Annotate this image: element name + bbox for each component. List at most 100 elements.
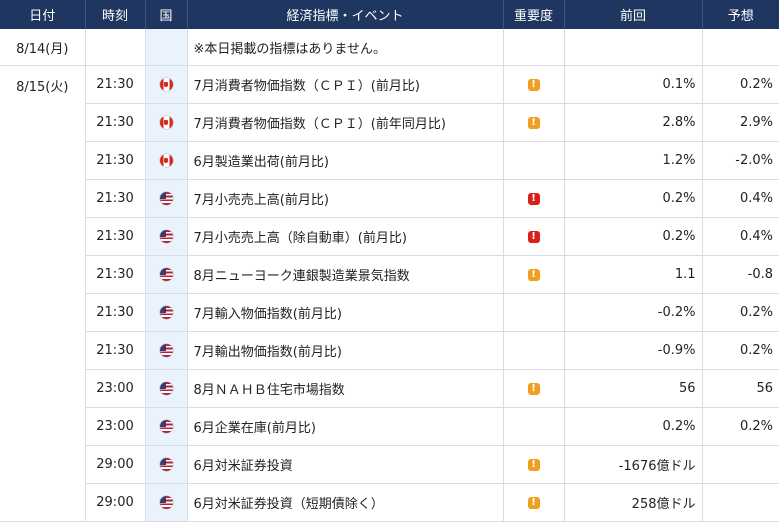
previous-value: -0.2% (564, 293, 703, 332)
importance-medium-icon: ! (527, 268, 540, 281)
importance-cell: ! (503, 217, 565, 256)
forecast-value: 0.2% (702, 293, 779, 332)
time-cell: 23:00 (85, 407, 146, 446)
importance-cell: ! (503, 65, 565, 104)
previous-value: 2.8% (564, 103, 703, 142)
flag-cell (145, 255, 188, 294)
table-row[interactable]: 23:00 8月ＮＡＨＢ住宅市場指数! 56 56 (0, 369, 779, 408)
forecast-value: 0.2% (702, 331, 779, 370)
header-previous: 前回 (564, 0, 703, 29)
time-cell: 21:30 (85, 103, 146, 142)
forecast-value: 0.4% (702, 179, 779, 218)
flag-cell (145, 331, 188, 370)
us-flag-icon (159, 420, 173, 433)
previous-value: 0.2% (564, 217, 703, 256)
time-cell: 21:30 (85, 141, 146, 180)
importance-cell: ! (503, 483, 565, 522)
importance-high-icon: ! (527, 230, 540, 243)
forecast-value: -2.0% (702, 141, 779, 180)
time-cell: 21:30 (85, 293, 146, 332)
us-flag-icon (159, 230, 173, 243)
indicator-name[interactable]: 6月対米証券投資（短期債除く） (187, 483, 504, 522)
indicator-name[interactable]: 7月輸出物価指数(前月比) (187, 331, 504, 370)
flag-cell (145, 369, 188, 408)
header-forecast: 予想 (702, 0, 779, 29)
importance-cell (503, 407, 565, 446)
forecast-value (702, 445, 779, 484)
previous-value: 258億ドル (564, 483, 703, 522)
forecast-value: 0.4% (702, 217, 779, 256)
importance-medium-icon: ! (527, 458, 540, 471)
header-row: 日付 時刻 国 経済指標・イベント 重要度 前回 予想 (0, 0, 779, 29)
importance-cell (503, 293, 565, 332)
header-time: 時刻 (85, 0, 146, 29)
table-row[interactable]: 21:30 7月輸出物価指数(前月比) -0.9% 0.2% (0, 331, 779, 370)
importance-cell: ! (503, 369, 565, 408)
flag-cell (145, 65, 188, 104)
importance-medium-icon: ! (527, 382, 540, 395)
forecast-value: 56 (702, 369, 779, 408)
table-row[interactable]: 21:30 6月製造業出荷(前月比) 1.2% -2.0% (0, 141, 779, 180)
table-row[interactable]: 21:30 7月小売売上高(前月比)! 0.2% 0.4% (0, 179, 779, 218)
notice-row: 8/14(月) ※本日掲載の指標はありません。 (0, 29, 779, 66)
flag-cell (145, 217, 188, 256)
time-cell: 21:30 (85, 65, 146, 104)
flag-cell (145, 483, 188, 522)
forecast-value: 0.2% (702, 65, 779, 104)
previous-value: -1676億ドル (564, 445, 703, 484)
flag-cell (145, 29, 188, 66)
time-cell: 21:30 (85, 179, 146, 218)
table-row[interactable]: 29:00 6月対米証券投資（短期債除く）! 258億ドル (0, 483, 779, 522)
header-country: 国 (145, 0, 188, 29)
table-row[interactable]: 23:00 6月企業在庫(前月比) 0.2% 0.2% (0, 407, 779, 446)
importance-cell: ! (503, 103, 565, 142)
indicator-name[interactable]: 6月対米証券投資 (187, 445, 504, 484)
forecast-cell (702, 29, 779, 66)
indicator-name[interactable]: 7月消費者物価指数（ＣＰＩ）(前月比) (187, 65, 504, 104)
us-flag-icon (159, 192, 173, 205)
table-row[interactable]: 21:30 8月ニューヨーク連銀製造業景気指数! 1.1 -0.8 (0, 255, 779, 294)
indicator-name[interactable]: 8月ニューヨーク連銀製造業景気指数 (187, 255, 504, 294)
previous-cell (564, 29, 703, 66)
indicator-name[interactable]: 6月企業在庫(前月比) (187, 407, 504, 446)
canada-flag-icon (159, 154, 173, 167)
us-flag-icon (159, 344, 173, 357)
time-cell: 21:30 (85, 331, 146, 370)
indicator-name[interactable]: 7月輸入物価指数(前月比) (187, 293, 504, 332)
importance-medium-icon: ! (527, 78, 540, 91)
forecast-value: 0.2% (702, 407, 779, 446)
table-row[interactable]: 21:30 7月消費者物価指数（ＣＰＩ）(前年同月比)! 2.8% 2.9% (0, 103, 779, 142)
table-row[interactable]: 21:30 7月輸入物価指数(前月比) -0.2% 0.2% (0, 293, 779, 332)
us-flag-icon (159, 306, 173, 319)
indicator-name[interactable]: 6月製造業出荷(前月比) (187, 141, 504, 180)
table-row[interactable]: 8/15(火) 21:30 7月消費者物価指数（ＣＰＩ）(前月比)! 0.1% 0.2% (0, 65, 779, 522)
importance-cell: ! (503, 255, 565, 294)
header-indicator: 経済指標・イベント (187, 0, 504, 29)
importance-medium-icon: ! (527, 496, 540, 509)
time-cell: 29:00 (85, 445, 146, 484)
indicator-name[interactable]: 7月消費者物価指数（ＣＰＩ）(前年同月比) (187, 103, 504, 142)
previous-value: 0.1% (564, 65, 703, 104)
importance-cell: ! (503, 445, 565, 484)
table-row[interactable]: 29:00 6月対米証券投資! -1676億ドル (0, 445, 779, 484)
previous-value: 56 (564, 369, 703, 408)
time-cell (85, 29, 146, 66)
flag-cell (145, 179, 188, 218)
date-cell: 8/14(月) (0, 29, 86, 66)
time-cell: 21:30 (85, 255, 146, 294)
previous-value: 1.1 (564, 255, 703, 294)
indicator-name[interactable]: 7月小売売上高(前月比) (187, 179, 504, 218)
indicator-name[interactable]: 8月ＮＡＨＢ住宅市場指数 (187, 369, 504, 408)
flag-cell (145, 141, 188, 180)
canada-flag-icon (159, 116, 173, 129)
date-cell: 8/15(火) (0, 65, 86, 522)
flag-cell (145, 445, 188, 484)
table-row[interactable]: 21:30 7月小売売上高（除自動車）(前月比)! 0.2% 0.4% (0, 217, 779, 256)
indicator-name[interactable]: 7月小売売上高（除自動車）(前月比) (187, 217, 504, 256)
us-flag-icon (159, 268, 173, 281)
us-flag-icon (159, 458, 173, 471)
us-flag-icon (159, 496, 173, 509)
forecast-value (702, 483, 779, 522)
us-flag-icon (159, 382, 173, 395)
previous-value: 1.2% (564, 141, 703, 180)
